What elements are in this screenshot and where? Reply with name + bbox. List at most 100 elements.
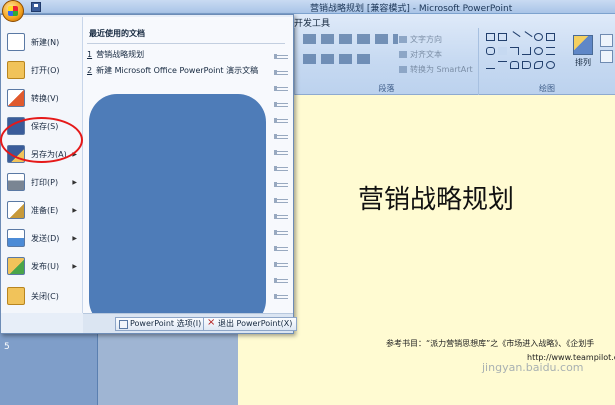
pin-icon[interactable] [274, 118, 288, 123]
star-shape-icon[interactable] [546, 61, 555, 69]
divider [87, 43, 285, 44]
submenu-arrow-icon: ▶ [72, 262, 77, 270]
office-menu: 新建(N) 打开(O) 转换(V) 保存(S) 另存为(A) ▶ 打印(P) ▶… [0, 14, 298, 334]
quick-style-button[interactable] [600, 34, 615, 80]
menu-item-label: 打印(P) [31, 177, 59, 187]
paragraph-format-icons[interactable] [303, 34, 398, 44]
pin-icon[interactable] [274, 262, 288, 267]
slide-canvas[interactable]: 营销战略规划 参考书目：“派力营销思想库”之《市场进入战略》、《企划手 http… [238, 95, 615, 405]
convert-icon [7, 89, 25, 107]
recent-file-item[interactable]: 1 营销战略规划 [87, 49, 285, 63]
office-logo-icon [8, 6, 18, 16]
paragraph-group: 文字方向 对齐文本 转换为 SmartArt 段落 [294, 28, 478, 95]
menu-item-close[interactable]: 关闭(C) [1, 283, 83, 309]
rectangle-shape-icon[interactable] [486, 33, 495, 41]
pin-icon[interactable] [274, 70, 288, 75]
menu-item-label: 关闭(C) [31, 291, 59, 301]
rounded-rect-shape-icon[interactable] [486, 47, 495, 55]
shape-outline-icon[interactable] [600, 50, 613, 63]
prepare-icon [7, 201, 25, 219]
menu-item-send[interactable]: 发送(D) ▶ [1, 225, 83, 251]
rectangle-shape-icon[interactable] [546, 33, 555, 41]
new-document-icon [7, 33, 25, 51]
arrange-label: 排列 [575, 58, 591, 67]
arrange-button[interactable]: 排列 [568, 32, 598, 80]
pin-icon[interactable] [274, 102, 288, 107]
office-menu-commands: 新建(N) 打开(O) 转换(V) 保存(S) 另存为(A) ▶ 打印(P) ▶… [1, 17, 83, 313]
shapes-gallery[interactable] [486, 31, 560, 85]
close-folder-icon [7, 287, 25, 305]
pin-icon[interactable] [274, 230, 288, 235]
pin-icon[interactable] [274, 166, 288, 171]
exit-powerpoint-button[interactable]: 退出 PowerPoint(X) [203, 317, 298, 331]
submenu-arrow-icon: ▶ [72, 178, 77, 186]
pin-icon[interactable] [274, 198, 288, 203]
triangle-shape-icon[interactable] [498, 47, 507, 55]
menu-item-label: 准备(E) [31, 205, 59, 215]
text-direction-button[interactable]: 文字方向 [399, 34, 442, 45]
quick-access-save-icon[interactable] [31, 2, 41, 12]
menu-item-open[interactable]: 打开(O) [1, 57, 83, 83]
publish-icon [7, 257, 25, 275]
recent-file-name: 营销战略规划 [96, 50, 145, 59]
pin-icon[interactable] [274, 134, 288, 139]
connector-shape-icon[interactable] [510, 47, 519, 55]
menu-item-label: 打开(O) [31, 65, 60, 75]
office-menu-footer: PowerPoint 选项(I) 退出 PowerPoint(X) [83, 313, 298, 333]
recent-file-name: 新建 Microsoft Office PowerPoint 演示文稿 [96, 66, 259, 75]
arc-shape-icon[interactable] [534, 47, 543, 55]
paragraph-align-icons[interactable] [303, 54, 373, 64]
watermark: jingyan.baidu.com [482, 361, 584, 374]
paragraph-group-label: 段落 [378, 84, 395, 93]
pin-icon[interactable] [274, 214, 288, 219]
arrange-icon [573, 35, 593, 55]
arrow-shape-icon[interactable] [546, 47, 555, 55]
connector-shape-icon[interactable] [522, 47, 531, 55]
block-shape-icon[interactable] [522, 61, 531, 69]
pin-icon[interactable] [274, 278, 288, 283]
oval-shape-icon[interactable] [534, 33, 543, 41]
pin-icon[interactable] [274, 54, 288, 59]
arrow-shape-icon[interactable] [486, 61, 495, 69]
pin-icon[interactable] [274, 182, 288, 187]
pin-icon[interactable] [274, 246, 288, 251]
menu-item-label: 发送(D) [31, 233, 60, 243]
printer-icon [7, 173, 25, 191]
highlight-circle-annotation [0, 117, 83, 163]
menu-item-label: 新建(N) [31, 37, 60, 47]
menu-item-prepare[interactable]: 准备(E) ▶ [1, 197, 83, 223]
send-icon [7, 229, 25, 247]
powerpoint-options-button[interactable]: PowerPoint 选项(I) [115, 317, 207, 331]
shape-fill-icon[interactable] [600, 34, 613, 47]
menu-item-print[interactable]: 打印(P) ▶ [1, 169, 83, 195]
office-button[interactable] [2, 0, 24, 22]
align-text-button[interactable]: 对齐文本 [399, 49, 442, 60]
recent-file-item[interactable]: 2 新建 Microsoft Office PowerPoint 演示文稿 [87, 65, 285, 79]
curve-shape-icon[interactable] [534, 61, 543, 69]
line-shape-icon[interactable] [520, 31, 533, 43]
window-title: 营销战略规划 [兼容模式] - Microsoft PowerPoint [310, 4, 513, 14]
pin-icon[interactable] [274, 150, 288, 155]
recent-file-number: 2 [87, 66, 93, 75]
slide-title[interactable]: 营销战略规划 [358, 179, 514, 216]
title-bar: 营销战略规划 [兼容模式] - Microsoft PowerPoint [0, 0, 615, 14]
menu-item-publish[interactable]: 发布(U) ▶ [1, 253, 83, 279]
recent-file-number: 1 [87, 50, 93, 59]
menu-item-label: 转换(V) [31, 93, 59, 103]
rectangle-shape-icon[interactable] [498, 33, 507, 41]
menu-item-new[interactable]: 新建(N) [1, 29, 83, 55]
redaction-overlay [89, 94, 266, 328]
open-folder-icon [7, 61, 25, 79]
menu-item-label: 发布(U) [31, 261, 60, 271]
arrow-shape-icon[interactable] [498, 61, 507, 69]
slide-reference-text[interactable]: 参考书目：“派力营销思想库”之《市场进入战略》、《企划手 [386, 338, 594, 349]
pin-icon[interactable] [274, 294, 288, 299]
recent-documents-header: 最近使用的文档 [89, 29, 145, 38]
submenu-arrow-icon: ▶ [72, 234, 77, 242]
pin-icon[interactable] [274, 86, 288, 91]
line-shape-icon[interactable] [508, 31, 521, 43]
menu-item-convert[interactable]: 转换(V) [1, 85, 83, 111]
submenu-arrow-icon: ▶ [72, 206, 77, 214]
block-shape-icon[interactable] [510, 61, 519, 69]
convert-smartart-button[interactable]: 转换为 SmartArt [399, 64, 473, 75]
